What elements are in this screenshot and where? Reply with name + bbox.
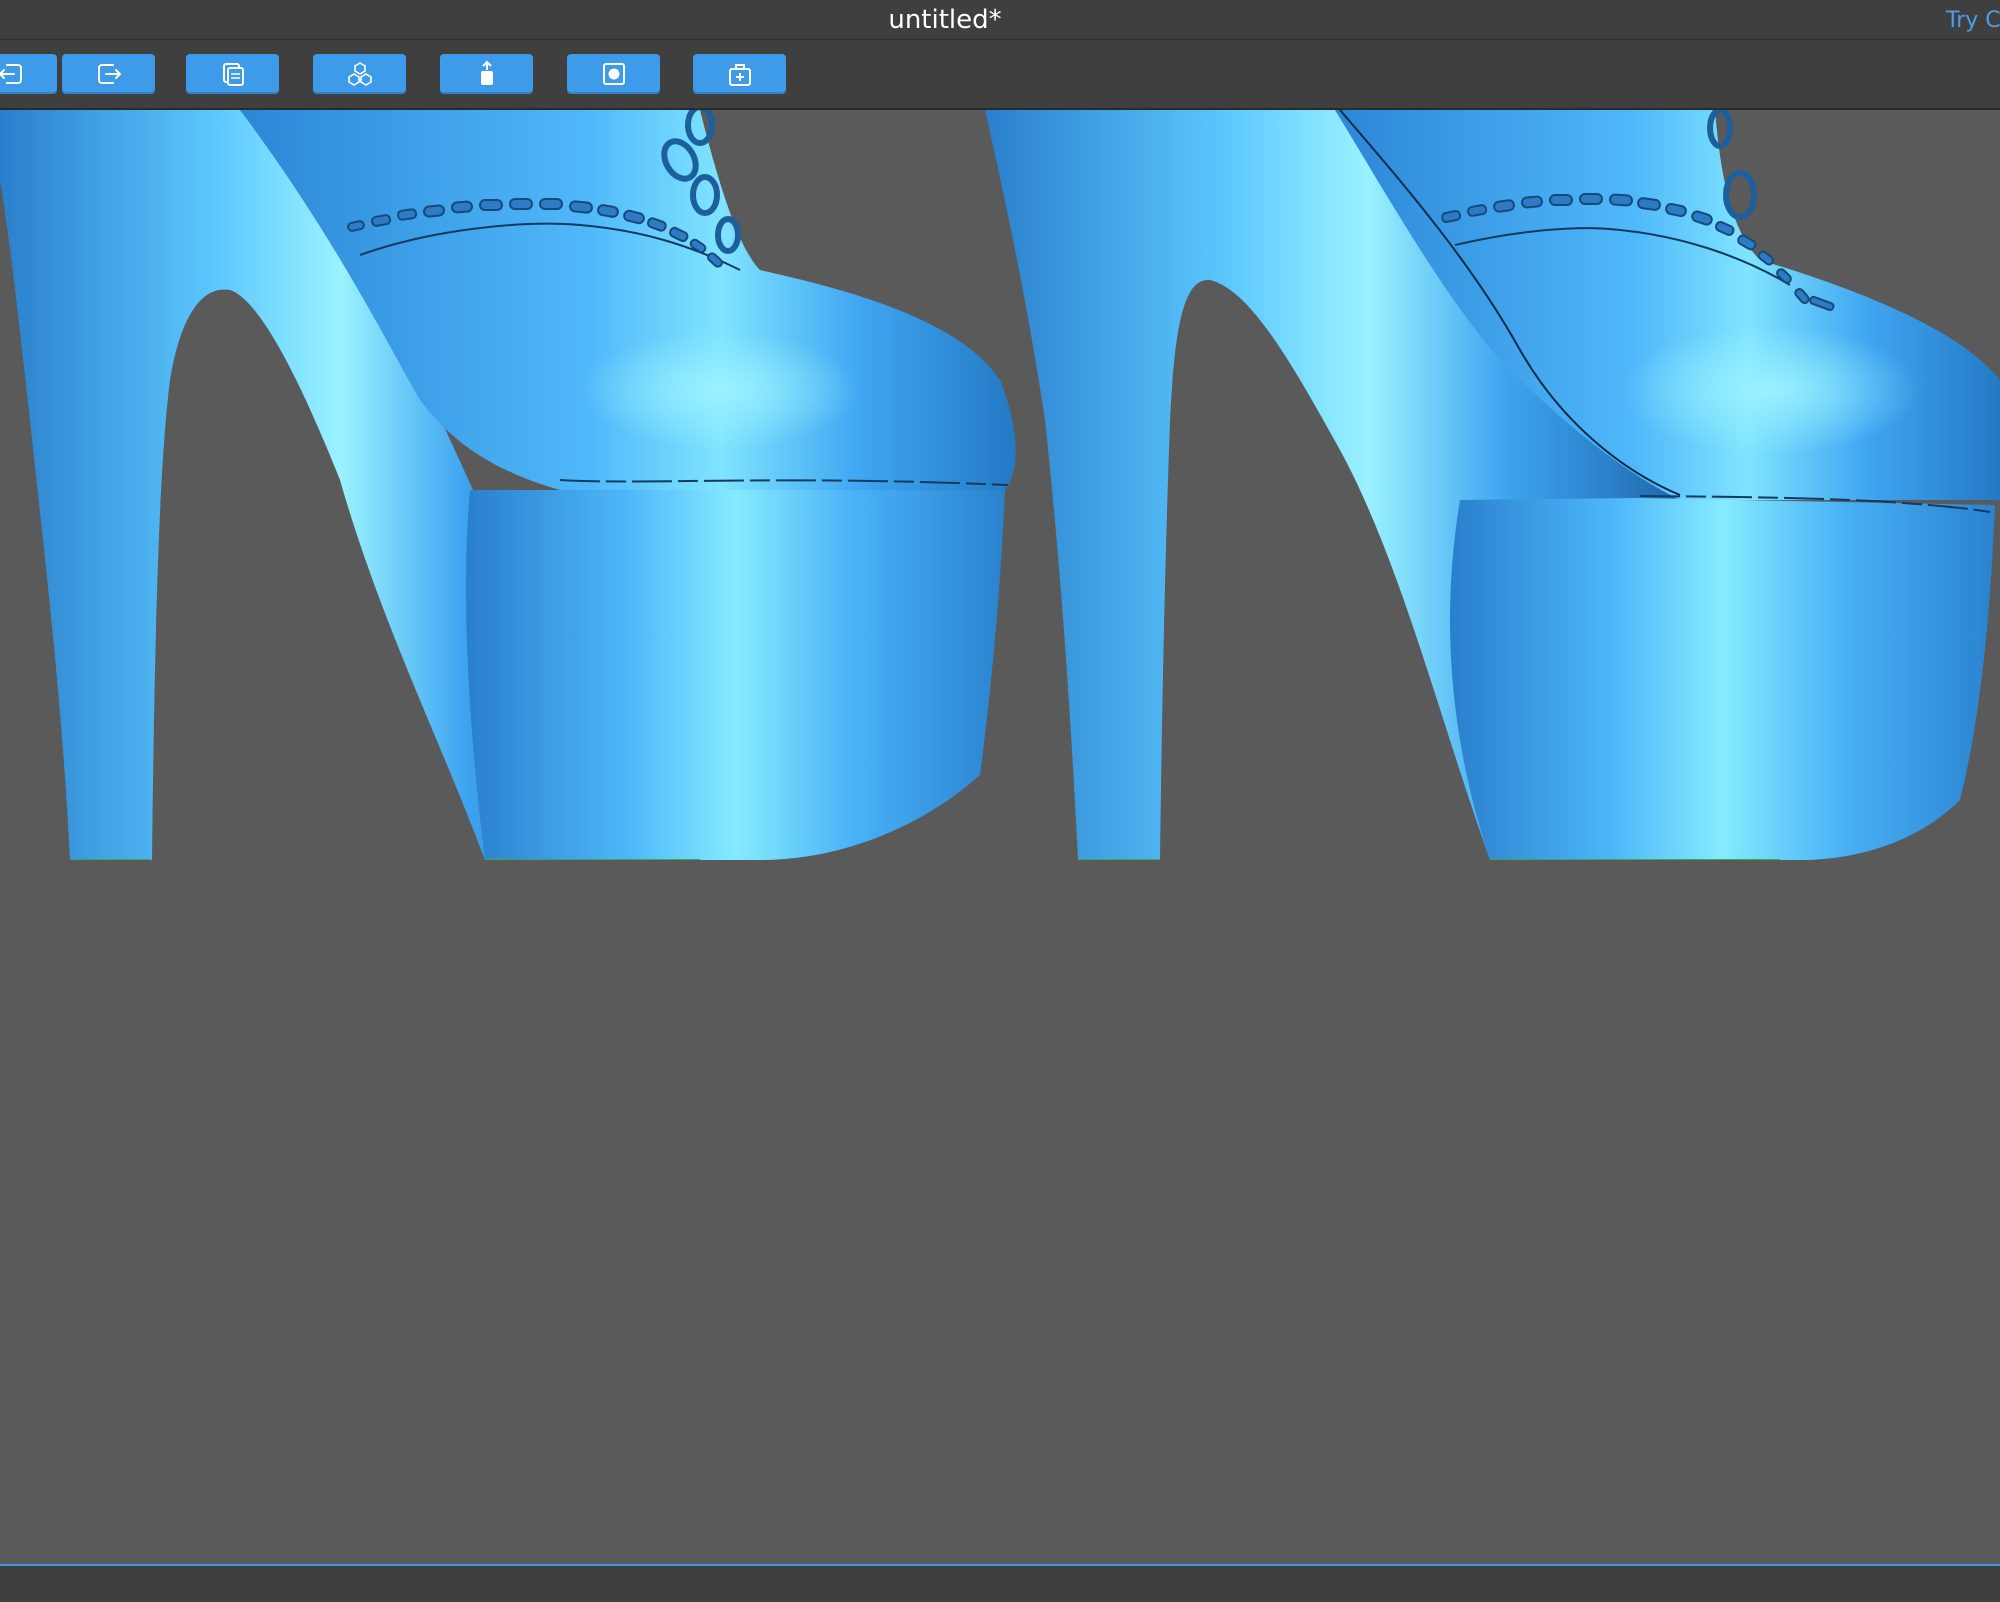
export-icon [97,64,121,84]
extrude-icon [480,60,493,85]
import-button[interactable] [0,54,57,94]
export-button[interactable] [62,54,155,94]
3d-viewport[interactable] [0,110,2000,1564]
status-bar [0,1564,2000,1602]
extrude-button[interactable] [440,54,533,94]
copy-button[interactable] [186,54,279,94]
cubes-icon [347,62,372,86]
hollow-icon [602,63,625,85]
import-icon [0,64,22,84]
shoe-model-left [0,110,1016,860]
hollow-button[interactable] [567,54,660,94]
add-box-icon [728,64,751,86]
copy-icon [222,63,244,86]
window-title: untitled* [888,5,1002,35]
split-parts-button[interactable] [313,54,406,94]
promo-link[interactable]: Try Ch [1946,0,2000,39]
title-bar: untitled* Try Ch [0,0,2000,40]
shoe-model-right [985,110,2000,860]
main-toolbar [0,40,2000,110]
model-view [0,110,2000,860]
add-support-button[interactable] [693,54,786,94]
